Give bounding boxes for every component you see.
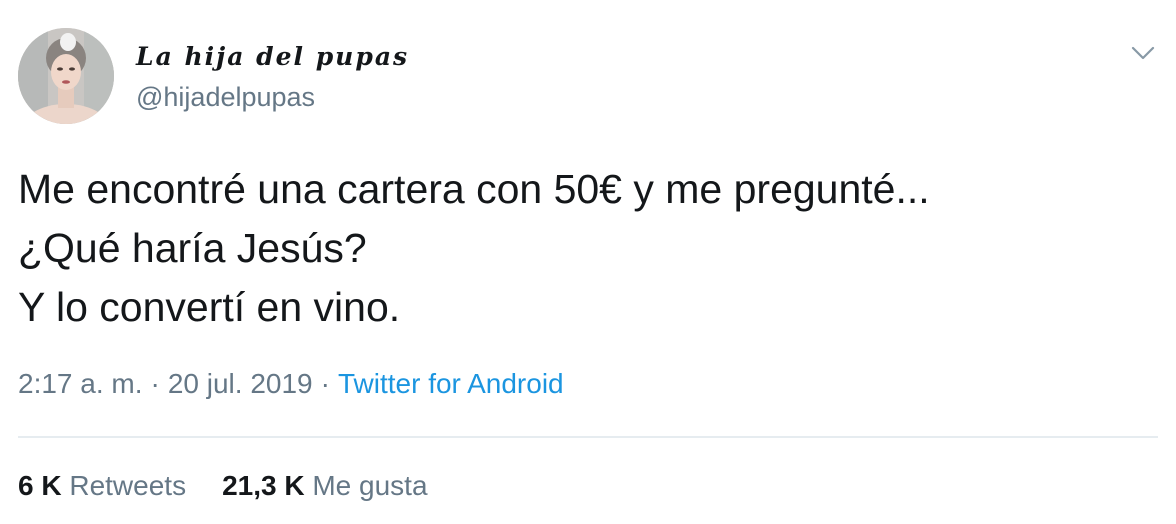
likes-stat[interactable]: 21,3 K Me gusta <box>222 470 427 501</box>
meta-separator: · <box>150 368 160 399</box>
tweet-stats: 6 K Retweets 21,3 K Me gusta <box>18 470 464 502</box>
tweet-text-line: ¿Qué haría Jesús? <box>18 225 367 271</box>
likes-count: 21,3 K <box>222 470 305 501</box>
chevron-down-icon[interactable] <box>1130 40 1156 66</box>
retweets-stat[interactable]: 6 K Retweets <box>18 470 186 501</box>
divider <box>18 436 1158 438</box>
tweet-text-line: Y lo convertí en vino. <box>18 284 401 330</box>
avatar[interactable] <box>18 28 114 124</box>
retweets-count: 6 K <box>18 470 62 501</box>
tweet-text-line: Me encontré una cartera con 50€ y me pre… <box>18 166 930 212</box>
meta-separator: · <box>320 368 330 399</box>
tweet-text: Me encontré una cartera con 50€ y me pre… <box>18 160 1148 337</box>
tweet-meta: 2:17 a. m. · 20 jul. 2019 · Twitter for Andr… <box>18 368 564 400</box>
retweets-label: Retweets <box>69 470 187 501</box>
tweet-source-link[interactable]: Twitter for Android <box>338 368 564 399</box>
tweet-card: La hija del pupas @hijadelpupas Me encon… <box>0 0 1176 524</box>
tweet-date[interactable]: 20 jul. 2019 <box>168 368 313 399</box>
display-name[interactable]: La hija del pupas <box>136 42 409 71</box>
likes-label: Me gusta <box>312 470 428 501</box>
avatar-image <box>18 28 114 124</box>
user-handle[interactable]: @hijadelpupas <box>136 82 315 113</box>
tweet-time[interactable]: 2:17 a. m. <box>18 368 143 399</box>
